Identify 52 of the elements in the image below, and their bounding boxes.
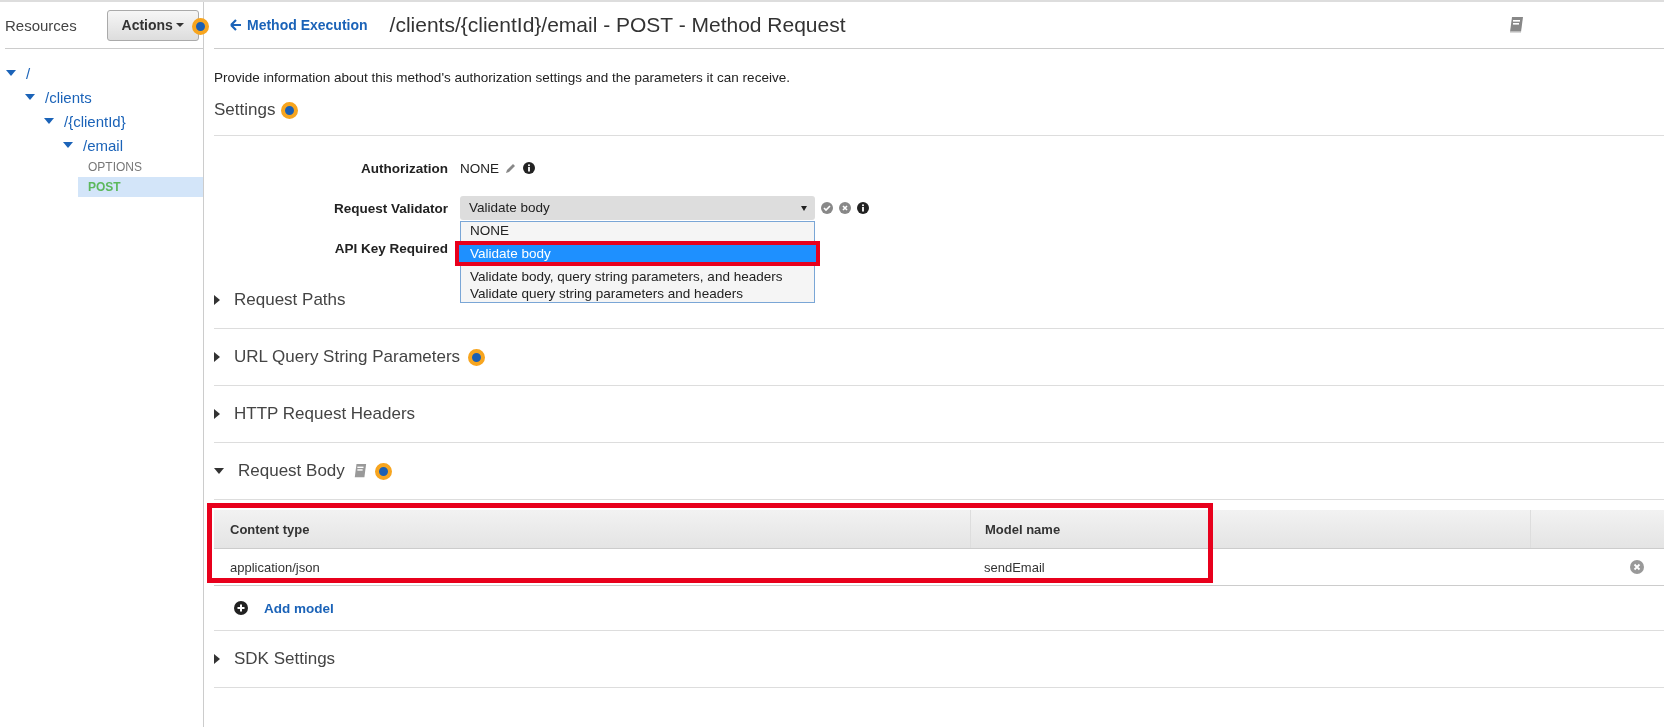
expand-icon[interactable] bbox=[214, 295, 220, 305]
book-icon[interactable] bbox=[1508, 16, 1524, 34]
resource-link[interactable]: /{clientId} bbox=[64, 112, 126, 130]
method-item[interactable]: OPTIONS bbox=[78, 157, 203, 177]
tip-icon[interactable] bbox=[468, 348, 486, 366]
field-label: API Key Required bbox=[333, 240, 448, 256]
expand-icon[interactable] bbox=[6, 70, 16, 76]
description-text: Provide information about this method's authorization settings and the parameters it can receive. bbox=[214, 70, 791, 85]
expand-icon[interactable] bbox=[44, 118, 54, 124]
section-heading[interactable]: Request Body bbox=[238, 461, 345, 481]
dropdown-option[interactable]: NONE bbox=[461, 222, 814, 239]
field-label: Request Validator bbox=[332, 200, 448, 216]
actions-button[interactable]: Actions bbox=[106, 9, 199, 41]
expand-icon[interactable] bbox=[214, 468, 224, 474]
tip-icon[interactable] bbox=[281, 101, 299, 119]
validator-select[interactable]: Validate body bbox=[460, 196, 815, 220]
column-header: Model name bbox=[970, 510, 1530, 548]
remove-icon[interactable] bbox=[1630, 560, 1644, 574]
section-heading[interactable]: Request Paths bbox=[234, 290, 346, 310]
resource-link[interactable]: /email bbox=[83, 136, 123, 154]
info-icon[interactable] bbox=[857, 202, 869, 214]
expand-icon[interactable] bbox=[214, 654, 220, 664]
book-icon[interactable] bbox=[352, 463, 367, 479]
resource-link[interactable]: /clients bbox=[45, 88, 92, 106]
section-heading[interactable]: HTTP Request Headers bbox=[234, 404, 416, 424]
expand-icon[interactable] bbox=[25, 94, 35, 100]
back-arrow-icon[interactable] bbox=[230, 19, 242, 31]
add-model-link[interactable]: Add model bbox=[264, 600, 334, 616]
tip-icon[interactable] bbox=[374, 462, 392, 480]
info-icon[interactable] bbox=[523, 162, 535, 174]
dropdown-option[interactable]: Validate body, query string parameters, and headers bbox=[461, 268, 814, 285]
field-label: Authorization bbox=[360, 160, 448, 176]
expand-icon[interactable] bbox=[63, 142, 73, 148]
tip-icon[interactable] bbox=[192, 18, 209, 35]
section-heading[interactable]: SDK Settings bbox=[234, 649, 336, 669]
confirm-icon[interactable] bbox=[821, 202, 833, 214]
column-header: Content type bbox=[229, 521, 311, 537]
resource-link[interactable]: / bbox=[26, 64, 31, 82]
table-cell-text: sendEmail bbox=[983, 558, 1046, 577]
back-link[interactable]: Method Execution bbox=[230, 17, 368, 33]
sidebar-title: Resources bbox=[5, 16, 77, 34]
expand-icon[interactable] bbox=[214, 409, 220, 419]
section-heading[interactable]: URL Query String Parameters bbox=[234, 347, 461, 367]
field-value: NONE bbox=[460, 160, 499, 176]
cancel-icon[interactable] bbox=[839, 202, 851, 214]
expand-icon[interactable] bbox=[214, 352, 220, 362]
add-icon[interactable] bbox=[234, 601, 248, 615]
dropdown-option[interactable]: Validate query string parameters and headers bbox=[461, 285, 814, 302]
pencil-icon[interactable] bbox=[505, 162, 517, 174]
page-title: /clients/{clientId}/email - POST - Method Request bbox=[389, 13, 846, 37]
section-heading: Settings bbox=[214, 100, 276, 120]
table-cell-text: application/json bbox=[229, 559, 321, 575]
